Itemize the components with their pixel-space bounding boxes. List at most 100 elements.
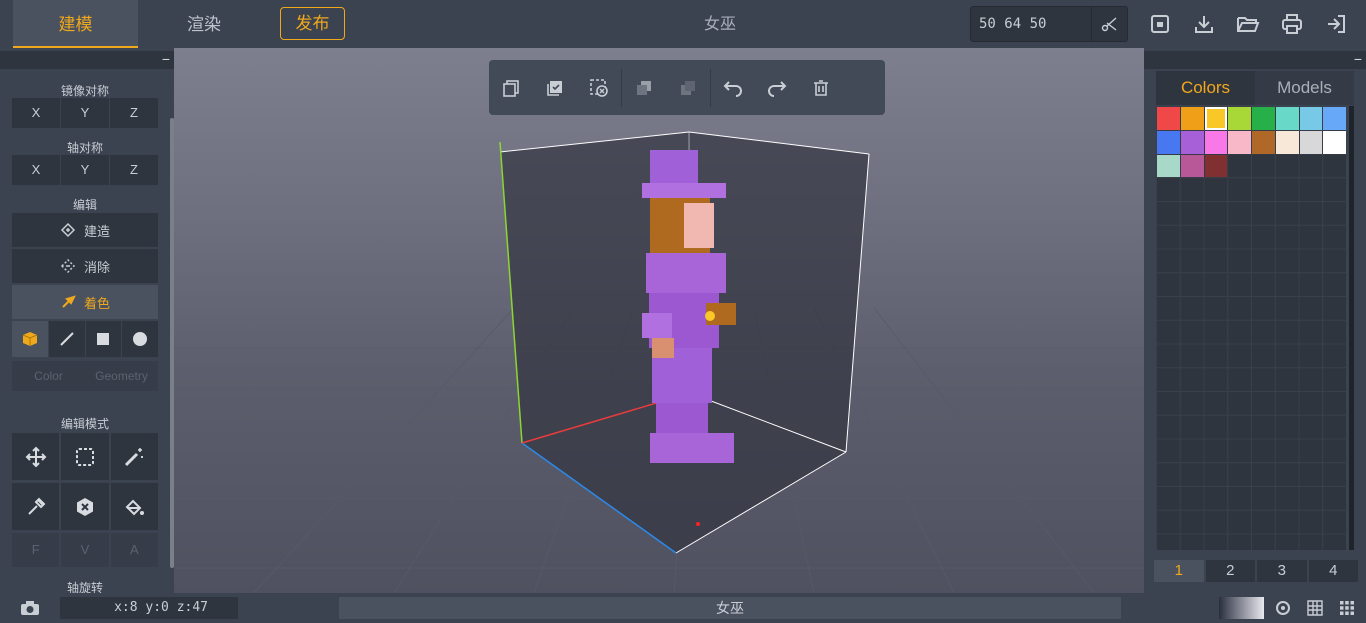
rotate-view-icon[interactable] xyxy=(1273,598,1293,618)
copy-button[interactable] xyxy=(489,60,533,115)
color-swatch[interactable] xyxy=(1252,107,1275,130)
publish-button[interactable]: 发布 xyxy=(280,7,345,40)
fva-group: F V A xyxy=(12,533,158,567)
palette-scrollbar[interactable] xyxy=(1349,106,1354,550)
color-swatch[interactable] xyxy=(1204,154,1228,178)
palette-page-2[interactable]: 2 xyxy=(1205,560,1255,582)
layer-front-icon xyxy=(681,80,695,95)
select-all-button[interactable] xyxy=(533,60,577,115)
a-button[interactable]: A xyxy=(110,533,158,567)
mirror-x-button[interactable]: X xyxy=(12,98,60,128)
project-title: 女巫 xyxy=(703,16,736,33)
tab-colors[interactable]: Colors xyxy=(1156,71,1255,105)
color-palette-grid[interactable] xyxy=(1156,106,1346,550)
deselect-icon xyxy=(590,78,608,97)
color-swatch[interactable] xyxy=(1275,130,1299,154)
cube-brush-button[interactable] xyxy=(12,321,48,357)
geometry-mode-tab[interactable]: Geometry xyxy=(85,361,158,391)
color-swatch[interactable] xyxy=(1323,130,1346,154)
circle-brush-button[interactable] xyxy=(122,321,158,357)
color-swatch[interactable] xyxy=(1252,130,1275,154)
mirror-y-button[interactable]: Y xyxy=(61,98,109,128)
color-swatch[interactable] xyxy=(1180,130,1204,154)
save-icon[interactable] xyxy=(1148,12,1172,36)
layer-back-icon xyxy=(637,80,651,95)
exit-icon[interactable] xyxy=(1324,12,1348,36)
right-panel: − Colors Models 1 2 3 4 xyxy=(1144,48,1366,593)
color-swatch[interactable] xyxy=(1157,130,1180,154)
mirror-z-button[interactable]: Z xyxy=(110,98,158,128)
v-button[interactable]: V xyxy=(61,533,109,567)
palette-page-3[interactable]: 3 xyxy=(1257,560,1307,582)
background-gradient-swatch[interactable] xyxy=(1219,597,1264,619)
layer-front-button[interactable] xyxy=(666,60,710,115)
undo-button[interactable] xyxy=(711,60,755,115)
color-swatch[interactable] xyxy=(1228,107,1251,130)
magic-wand-icon xyxy=(125,447,144,466)
axis-y-button[interactable]: Y xyxy=(61,155,109,185)
mirror-axis-group: X Y Z xyxy=(12,98,158,128)
build-button[interactable]: 建造 xyxy=(12,213,158,247)
axis-x-button[interactable]: X xyxy=(12,155,60,185)
color-swatch[interactable] xyxy=(1299,130,1323,154)
axis-z-button[interactable]: Z xyxy=(110,155,158,185)
download-icon[interactable] xyxy=(1192,12,1216,36)
move-tool-button[interactable] xyxy=(12,433,60,480)
marquee-select-icon xyxy=(75,447,94,466)
copy-icon xyxy=(503,79,519,97)
color-swatch[interactable] xyxy=(1180,107,1204,130)
color-swatch[interactable] xyxy=(1157,154,1180,178)
mirror-label: 镜像对称 xyxy=(60,84,109,98)
color-mode-tab[interactable]: Color xyxy=(12,361,85,391)
magic-wand-tool-button[interactable] xyxy=(110,433,158,480)
minimize-icon[interactable]: − xyxy=(1354,52,1362,66)
dots-grid-icon[interactable] xyxy=(1337,598,1357,618)
print-icon[interactable] xyxy=(1280,12,1304,36)
left-panel-header: − xyxy=(0,51,174,69)
square-brush-button[interactable] xyxy=(85,321,122,357)
crop-button[interactable] xyxy=(1091,7,1127,41)
redo-button[interactable] xyxy=(755,60,799,115)
erase-button[interactable]: 消除 xyxy=(12,249,158,283)
axis-symmetry-group: X Y Z xyxy=(12,155,158,185)
delete-button[interactable] xyxy=(799,60,843,115)
cursor-coordinates: x:8 y:0 z:47 xyxy=(60,597,238,619)
hexagon-x-icon xyxy=(76,497,93,516)
select-tool-button[interactable] xyxy=(61,433,109,480)
color-swatch[interactable] xyxy=(1299,107,1323,130)
top-bar: 建模 渲染 发布 女巫 50 64 50 xyxy=(0,0,1366,48)
camera-icon[interactable] xyxy=(20,598,40,618)
viewport-scene xyxy=(174,131,1144,593)
tab-modeling[interactable]: 建模 xyxy=(13,0,138,48)
dimensions-field[interactable]: 50 64 50 xyxy=(970,6,1128,42)
color-swatch[interactable] xyxy=(1180,154,1204,178)
tab-render[interactable]: 渲染 xyxy=(140,0,268,48)
grid-icon[interactable] xyxy=(1305,598,1325,618)
deselect-button[interactable] xyxy=(577,60,621,115)
color-swatch[interactable] xyxy=(1323,107,1346,130)
dimensions-value: 50 64 50 xyxy=(979,16,1047,32)
minimize-icon[interactable]: − xyxy=(162,52,170,66)
color-swatch[interactable] xyxy=(1204,107,1228,130)
eyedropper-tool-button[interactable] xyxy=(12,483,60,530)
brush-shape-group xyxy=(12,321,158,357)
erase-label: 消除 xyxy=(83,259,110,275)
folder-open-icon[interactable] xyxy=(1236,12,1260,36)
layer-back-button[interactable] xyxy=(622,60,666,115)
color-swatch[interactable] xyxy=(1204,130,1228,154)
3d-viewport[interactable] xyxy=(174,48,1144,593)
palette-page-1[interactable]: 1 xyxy=(1154,560,1204,582)
f-button[interactable]: F xyxy=(12,533,60,567)
model-name-field[interactable]: 女巫 xyxy=(339,597,1121,619)
color-swatch[interactable] xyxy=(1157,107,1180,130)
fill-tool-button[interactable] xyxy=(110,483,158,530)
paint-button[interactable]: 着色 xyxy=(12,285,158,319)
palette-page-4[interactable]: 4 xyxy=(1308,560,1358,582)
color-swatch[interactable] xyxy=(1275,107,1299,130)
color-swatch[interactable] xyxy=(1228,130,1251,154)
build-icon xyxy=(60,222,76,238)
tab-models[interactable]: Models xyxy=(1255,71,1354,105)
line-brush-button[interactable] xyxy=(48,321,85,357)
paint-bucket-icon xyxy=(125,499,145,515)
remove-color-tool-button[interactable] xyxy=(61,483,109,530)
